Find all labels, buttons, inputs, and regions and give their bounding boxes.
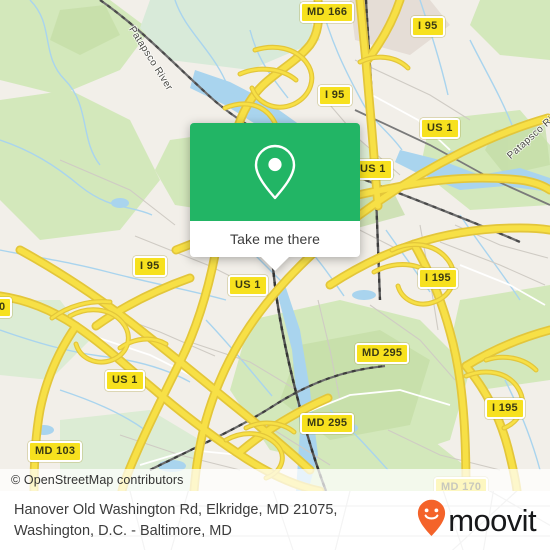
address-line-1: Hanover Old Washington Rd, Elkridge, MD … <box>14 501 338 518</box>
map-share-card: MD 166 I 95 I 95 US 1 US 1 I 95 US 1 I 195 0 MD 2… <box>0 0 550 550</box>
road-shield: I 195 <box>418 268 458 289</box>
road-shield: I 95 <box>411 16 445 37</box>
road-shield: MD 295 <box>355 343 410 364</box>
popup-action-panel[interactable]: Take me there <box>190 221 360 257</box>
footer-bar: Hanover Old Washington Rd, Elkridge, MD … <box>0 491 550 550</box>
osm-attribution-text[interactable]: © OpenStreetMap contributors <box>0 473 184 487</box>
take-me-there-label: Take me there <box>229 231 320 247</box>
map-canvas[interactable]: MD 166 I 95 I 95 US 1 US 1 I 95 US 1 I 195 0 MD 2… <box>0 0 550 491</box>
road-shield: I 195 <box>485 398 525 419</box>
moovit-wordmark: moovit <box>448 503 536 538</box>
address-line-2: Washington, D.C. - Baltimore, MD <box>14 522 232 539</box>
map-attribution-bar: © OpenStreetMap contributors <box>0 469 550 491</box>
road-shield: MD 166 <box>300 2 355 23</box>
map-pin-icon <box>252 143 298 201</box>
popup-pointer <box>261 257 289 271</box>
moovit-brand[interactable]: moovit <box>417 499 537 542</box>
road-shield: MD 103 <box>28 441 83 462</box>
road-shield: I 95 <box>318 85 352 106</box>
road-shield: US 1 <box>105 370 145 391</box>
road-shield: US 1 <box>228 275 268 296</box>
road-shield: I 95 <box>133 256 167 277</box>
road-shield: MD 295 <box>300 413 355 434</box>
take-me-there-popup[interactable]: Take me there <box>190 123 360 271</box>
popup-icon-panel <box>190 123 360 221</box>
moovit-pin-smiley-icon <box>417 499 446 542</box>
location-address: Hanover Old Washington Rd, Elkridge, MD … <box>14 500 337 542</box>
road-shield: 0 <box>0 297 13 318</box>
road-shield: US 1 <box>420 118 460 139</box>
